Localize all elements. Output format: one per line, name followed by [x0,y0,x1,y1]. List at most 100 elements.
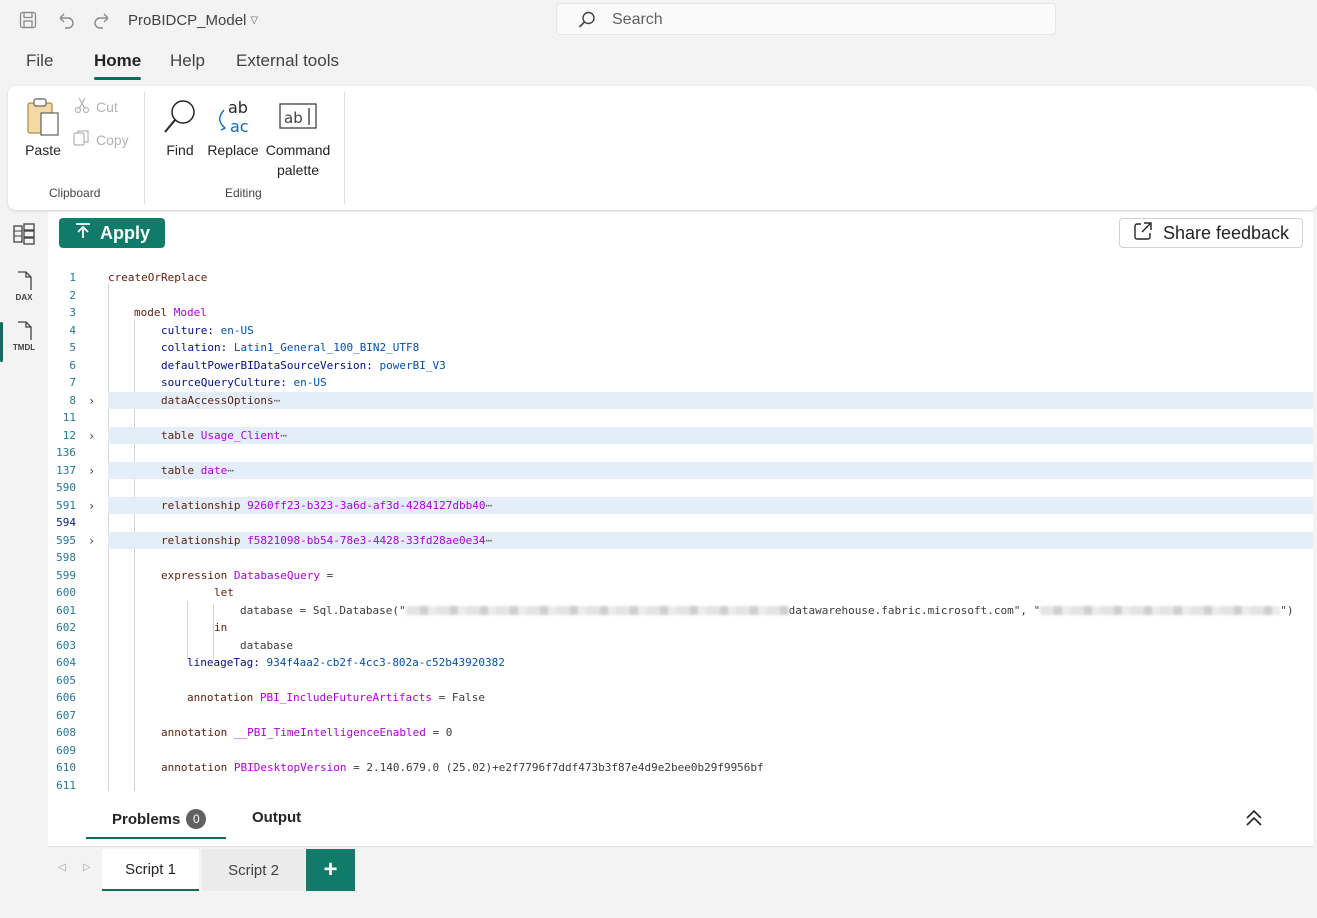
property: culture: [161,323,214,337]
dax-query-view-button[interactable]: DAX [0,266,48,306]
copy-button[interactable]: Copy [72,129,129,150]
svg-text:ac: ac [230,117,249,136]
line-number: 1 [69,271,76,284]
code-line: 607 [48,707,1313,725]
search-icon [577,10,597,35]
line-number: 591 [56,498,76,512]
model-view-icon [12,222,36,251]
chevron-double-up-icon[interactable] [1244,808,1264,833]
object-name: f5821098-bb54-78e3-4428-33fd28ae0e34 [247,533,486,547]
folded-ellipsis[interactable]: ⋯ [227,464,234,477]
line-number: 606 [56,691,76,704]
scroll-right-icon[interactable]: ▷ [83,862,91,873]
code-line: 608 annotation __PBI_TimeIntelligenceEna… [48,724,1313,742]
line-number: 4 [69,323,76,337]
code-line-folded: 591 › relationship 9260ff23-b323-3a6d-af… [48,496,1313,514]
redacted-database-name [1040,605,1281,615]
code-line: 4 culture: en-US [48,322,1313,340]
line-number: 594 [56,516,76,529]
line-number: 8 [69,393,76,407]
tab-script-1[interactable]: Script 1 [102,849,199,891]
code-text: database = Sql.Database(" [240,603,406,617]
property: defaultPowerBIDataSourceVersion: [161,358,373,372]
chevron-right-icon[interactable]: › [88,500,100,512]
add-script-button[interactable]: + [306,849,355,891]
code-editor[interactable]: 1 createOrReplace 2 3 model Model 4 cult… [48,268,1313,791]
paste-button[interactable]: Paste [22,96,64,160]
code-line: 7 sourceQueryCulture: en-US [48,374,1313,392]
line-number: 11 [62,411,76,424]
code-line: 606 annotation PBI_IncludeFutureArtifact… [48,689,1313,707]
folded-ellipsis[interactable]: ⋯ [486,499,493,512]
folded-ellipsis[interactable]: ⋯ [280,429,287,442]
code-text: datawarehouse.fabric.microsoft.com", " [788,603,1041,617]
code-line: 136 [48,444,1313,462]
property-value: powerBI_V3 [379,358,446,372]
chevron-right-icon[interactable]: › [88,395,100,407]
paste-label: Paste [25,142,61,158]
keyword: annotation [161,761,228,774]
line-number: 603 [56,638,76,652]
command-palette-label-2: palette [276,162,320,178]
copy-label: Copy [96,131,129,148]
tab-problems[interactable]: Problems 0 [112,809,207,829]
save-icon[interactable] [16,8,40,32]
tab-help[interactable]: Help [170,51,205,71]
tab-script-2[interactable]: Script 2 [202,849,305,891]
undo-icon[interactable] [54,8,78,32]
line-number: 6 [69,358,76,372]
code-line-folded: 137 › table date⋯ [48,461,1313,479]
svg-text:ab: ab [228,98,248,117]
object-name: 9260ff23-b323-3a6d-af3d-4284127dbb40 [247,498,486,512]
replace-label: Replace [207,142,259,158]
active-tab-indicator [86,837,226,839]
tmdl-view-button[interactable]: TMDL [0,316,48,362]
line-number: 602 [56,621,76,634]
replace-button[interactable]: ab ac Replace [206,96,260,160]
share-feedback-button[interactable]: Share feedback [1119,218,1303,248]
code-line-folded: 595 › relationship f5821098-bb54-78e3-44… [48,531,1313,549]
line-number: 590 [56,481,76,494]
model-view-button[interactable] [0,216,48,256]
ribbon-divider [344,92,345,204]
chevron-right-icon[interactable]: › [88,430,100,442]
line-number: 604 [56,656,76,669]
folded-ellipsis[interactable]: ⋯ [274,394,281,407]
tab-file[interactable]: File [26,51,53,71]
document-title[interactable]: ProBIDCP_Model ▽ [128,12,258,29]
property: collation: [161,341,228,354]
keyword: annotation [161,726,228,739]
svg-text:ab: ab [284,109,303,127]
command-palette-button[interactable]: ab Command palette [263,96,333,180]
chevron-right-icon[interactable]: › [88,465,100,477]
apply-label: Apply [99,222,150,243]
scroll-left-icon[interactable]: ◁ [58,862,66,873]
apply-button[interactable]: Apply [59,218,165,248]
line-number: 5 [69,341,76,354]
object-name: PBI_IncludeFutureArtifacts [259,691,433,704]
document-name: ProBIDCP_Model [128,12,247,29]
scissors-icon [74,96,90,117]
line-number: 600 [56,586,76,599]
tab-home[interactable]: Home [94,51,142,80]
command-palette-label-1: Command [265,142,331,158]
chevron-right-icon[interactable]: › [88,535,100,547]
object-name: date [200,463,228,477]
code-line-folded: 12 › table Usage_Client⋯ [48,426,1313,444]
code-line: 599 expression DatabaseQuery = [48,567,1313,585]
paste-icon [22,96,64,140]
line-number: 601 [56,603,76,617]
search-box[interactable]: Search [556,3,1056,35]
find-button[interactable]: Find [160,96,200,160]
tab-external-tools[interactable]: External tools [236,51,339,71]
replace-icon: ab ac [206,96,260,140]
object-name: DatabaseQuery [233,568,320,582]
code-text: in [214,621,228,634]
cut-button[interactable]: Cut [74,96,118,117]
code-text: ") [1280,603,1294,617]
folded-ellipsis[interactable]: ⋯ [486,534,493,547]
redo-icon[interactable] [90,8,114,32]
code-line: 604 lineageTag: 934f4aa2-cb2f-4cc3-802a-… [48,654,1313,672]
code-line: 590 [48,479,1313,497]
tab-output[interactable]: Output [252,809,301,826]
